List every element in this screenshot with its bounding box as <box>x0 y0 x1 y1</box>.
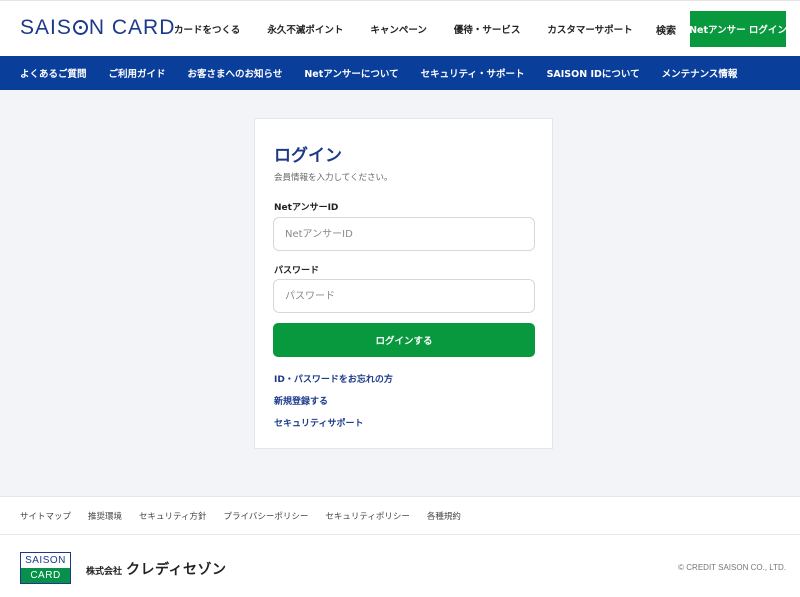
footer-security-policy[interactable]: セキュリティ方針 <box>139 510 207 522</box>
company-logo: 株式会社 クレディセゾン <box>86 559 227 579</box>
company-prefix: 株式会社 <box>86 567 123 577</box>
company-name: クレディセゾン <box>126 562 227 578</box>
netanswer-login-button[interactable]: Netアンサー ログイン <box>689 11 787 47</box>
password-input[interactable] <box>273 279 535 313</box>
top-header: SAIS N CARD カードをつくる 永久不滅ポイント キャンペーン 優待・サー… <box>0 0 800 56</box>
footer-privacy-policy[interactable]: プライバシーポリシー <box>224 510 309 522</box>
search-link[interactable]: 検索 <box>656 22 676 37</box>
footer-security-policy-2[interactable]: セキュリティポリシー <box>325 510 410 522</box>
footer-sitemap[interactable]: サイトマップ <box>20 510 71 522</box>
main-nav: カードをつくる 永久不滅ポイント キャンペーン 優待・サービス カスタマーサポー… <box>174 1 660 57</box>
footer-terms[interactable]: 各種規約 <box>427 510 461 522</box>
forgot-credentials-link[interactable]: ID・パスワードをお忘れの方 <box>274 372 393 385</box>
nav-campaign[interactable]: キャンペーン <box>370 22 427 36</box>
logo-text-end: N CARD <box>88 16 176 39</box>
nav-benefits[interactable]: 優待・サービス <box>454 22 521 36</box>
mark-top-text: SAISON <box>21 553 70 568</box>
saison-card-logo[interactable]: SAIS N CARD <box>20 16 175 40</box>
subnav-notices[interactable]: お客さまへのお知らせ <box>188 66 283 80</box>
login-submit-button[interactable]: ログインする <box>273 323 535 357</box>
nav-customer-support[interactable]: カスタマーサポート <box>547 22 632 36</box>
copyright: © CREDIT SAISON CO., LTD. <box>678 563 786 572</box>
logo-text-start: SAIS <box>20 16 72 39</box>
subnav-guide[interactable]: ご利用ガイド <box>109 66 166 80</box>
logo-o-mark <box>72 20 88 35</box>
id-label: NetアンサーID <box>274 203 339 213</box>
subnav-security-support[interactable]: セキュリティ・サポート <box>421 66 525 80</box>
footer-bottom: SAISON CARD 株式会社 クレディセゾン © CREDIT SAISON… <box>0 535 800 597</box>
mark-bottom-text: CARD <box>21 568 70 583</box>
password-label: パスワード <box>274 266 320 276</box>
login-instructions: 会員情報を入力してください。 <box>274 173 393 183</box>
sub-nav: よくあるご質問 ご利用ガイド お客さまへのお知らせ Netアンサーについて セキ… <box>0 56 800 90</box>
page-title: ログイン <box>274 146 342 166</box>
footer-environment[interactable]: 推奨環境 <box>88 510 122 522</box>
subnav-faq[interactable]: よくあるご質問 <box>20 66 87 80</box>
subnav-about-netanswer[interactable]: Netアンサーについて <box>304 66 398 80</box>
register-link[interactable]: 新規登録する <box>274 394 328 407</box>
login-card: ログイン 会員情報を入力してください。 NetアンサーID パスワード ログイン… <box>254 118 553 449</box>
saison-card-mark-logo[interactable]: SAISON CARD <box>20 552 71 584</box>
security-support-link[interactable]: セキュリティサポート <box>274 416 363 429</box>
id-input[interactable] <box>273 217 535 251</box>
subnav-maintenance[interactable]: メンテナンス情報 <box>662 66 738 80</box>
subnav-saison-id[interactable]: SAISON IDについて <box>547 66 640 80</box>
nav-card-apply[interactable]: カードをつくる <box>174 22 240 36</box>
footer-links: サイトマップ 推奨環境 セキュリティ方針 プライバシーポリシー セキュリティポリ… <box>0 496 800 535</box>
nav-points[interactable]: 永久不滅ポイント <box>267 22 343 36</box>
